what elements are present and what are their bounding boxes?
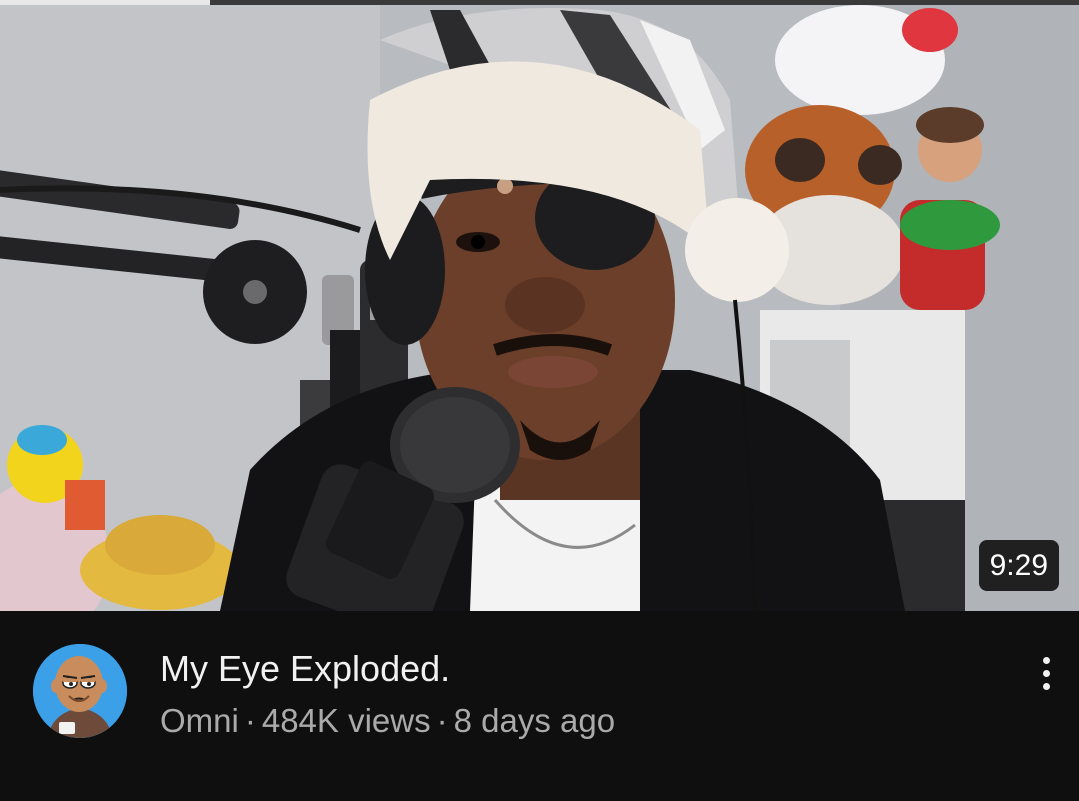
video-subline: Omni · 484K views · 8 days ago [160, 701, 615, 741]
menu-dot [1042, 656, 1050, 664]
more-vertical-icon[interactable] [1018, 645, 1074, 701]
video-meta: My Eye Exploded. Omni · 484K views · 8 days … [0, 611, 1079, 801]
upload-age: 8 days ago [453, 702, 616, 739]
video-title[interactable]: My Eye Exploded. [160, 647, 980, 690]
watch-progress-track [0, 0, 1079, 5]
duration-badge: 9:29 [978, 540, 1059, 591]
video-thumbnail[interactable]: 9:29 [0, 0, 1079, 611]
menu-dot [1042, 669, 1050, 677]
channel-avatar[interactable] [33, 644, 127, 738]
separator: · [436, 702, 448, 739]
thumbnail-image [0, 0, 1079, 611]
menu-dot [1042, 682, 1050, 690]
view-count: 484K views [261, 702, 431, 739]
watch-progress-fill [0, 0, 211, 5]
cartoon-bald-man-avatar-icon [33, 644, 127, 738]
separator: · [244, 702, 256, 739]
video-card[interactable]: 9:29 My Eye Exploded. Omni · 484K views … [0, 0, 1079, 801]
channel-name[interactable]: Omni [160, 702, 239, 739]
